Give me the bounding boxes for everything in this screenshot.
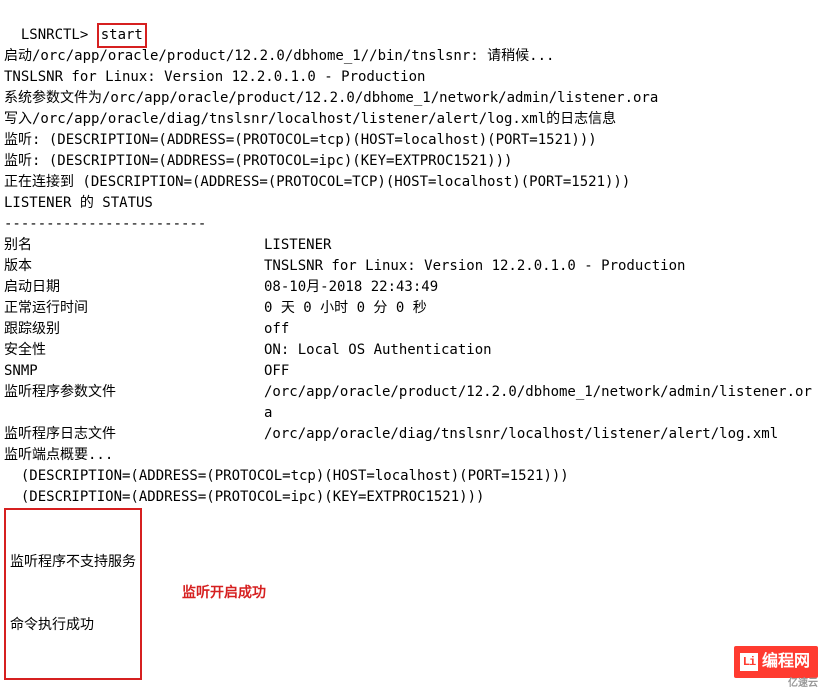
result-highlight: 监听程序不支持服务 命令执行成功 [4,508,142,680]
command-text: start [101,27,143,43]
status-label: 跟踪级别 [4,319,264,340]
status-value: off [264,319,820,340]
status-row: 监听程序参数文件/orc/app/oracle/product/12.2.0/d… [4,382,820,424]
status-label: 监听程序参数文件 [4,382,264,424]
status-row: 别名LISTENER [4,235,820,256]
output-line: 写入/orc/app/oracle/diag/tnslsnr/localhost… [4,109,820,130]
status-value: LISTENER [264,235,820,256]
output-line: 系统参数文件为/orc/app/oracle/product/12.2.0/db… [4,88,820,109]
result-line-2: 命令执行成功 [10,615,136,636]
watermark-sub: 亿速云 [788,677,818,692]
status-label: 别名 [4,235,264,256]
status-label: SNMP [4,361,264,382]
annotation-note: 监听开启成功 [182,584,266,605]
output-line: 正在连接到 (DESCRIPTION=(ADDRESS=(PROTOCOL=TC… [4,172,820,193]
watermark-badge: Li 编程网 亿速云 [734,646,818,678]
status-value: ON: Local OS Authentication [264,340,820,361]
output-line: (DESCRIPTION=(ADDRESS=(PROTOCOL=ipc)(KEY… [4,487,820,508]
output-line: 监听端点概要... [4,445,820,466]
output-line: 监听: (DESCRIPTION=(ADDRESS=(PROTOCOL=ipc)… [4,151,820,172]
result-row: 监听程序不支持服务 命令执行成功 监听开启成功 [4,508,820,680]
prompt-text: LSNRCTL> [21,27,97,43]
status-label: 安全性 [4,340,264,361]
output-line: (DESCRIPTION=(ADDRESS=(PROTOCOL=tcp)(HOS… [4,466,820,487]
status-row: 正常运行时间0 天 0 小时 0 分 0 秒 [4,298,820,319]
status-row: 安全性ON: Local OS Authentication [4,340,820,361]
watermark-text: 编程网 [762,650,810,674]
status-row: SNMPOFF [4,361,820,382]
status-row: 版本TNSLSNR for Linux: Version 12.2.0.1.0 … [4,256,820,277]
output-line: TNSLSNR for Linux: Version 12.2.0.1.0 - … [4,67,820,88]
prompt-line: LSNRCTL> start [4,4,820,46]
status-value: OFF [264,361,820,382]
status-value: TNSLSNR for Linux: Version 12.2.0.1.0 - … [264,256,820,277]
status-value: 0 天 0 小时 0 分 0 秒 [264,298,820,319]
status-label: 启动日期 [4,277,264,298]
status-row: 监听程序日志文件/orc/app/oracle/diag/tnslsnr/loc… [4,424,820,445]
status-value: 08-10月-2018 22:43:49 [264,277,820,298]
status-value: /orc/app/oracle/diag/tnslsnr/localhost/l… [264,424,820,445]
status-value: /orc/app/oracle/product/12.2.0/dbhome_1/… [264,382,820,424]
status-label: 版本 [4,256,264,277]
output-line: 启动/orc/app/oracle/product/12.2.0/dbhome_… [4,46,820,67]
status-label: 监听程序日志文件 [4,424,264,445]
status-label: 正常运行时间 [4,298,264,319]
status-row: 启动日期08-10月-2018 22:43:49 [4,277,820,298]
watermark-logo-icon: Li [740,653,758,671]
separator-line: ------------------------ [4,214,820,235]
result-line-1: 监听程序不支持服务 [10,552,136,573]
status-row: 跟踪级别off [4,319,820,340]
command-highlight: start [97,23,147,48]
output-line: 监听: (DESCRIPTION=(ADDRESS=(PROTOCOL=tcp)… [4,130,820,151]
output-line: LISTENER 的 STATUS [4,193,820,214]
